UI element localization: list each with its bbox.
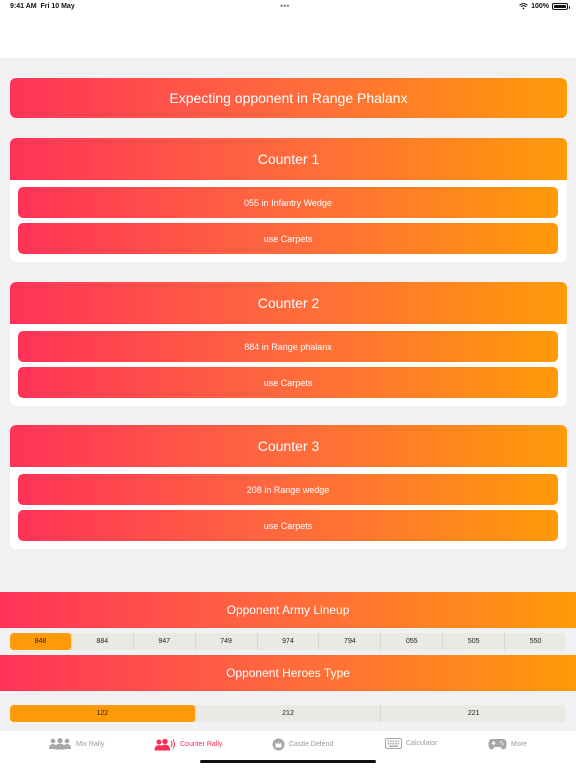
counter-title: Counter 2 xyxy=(10,282,567,324)
tab-more[interactable]: More xyxy=(488,738,527,750)
battery-percent: 100% xyxy=(531,3,549,10)
wifi-icon xyxy=(519,3,528,10)
tab-counter-rally[interactable]: Counter Rally xyxy=(154,738,222,751)
lineup-segment-055[interactable]: 055 xyxy=(380,633,442,650)
multitasking-dots-icon[interactable]: ••• xyxy=(280,1,289,11)
counter-card-3: Counter 3 208 in Range wedge use Carpets xyxy=(10,425,567,549)
battery-icon xyxy=(552,3,570,10)
group-icon xyxy=(49,738,71,750)
status-time: 9:41 AM Fri 10 May xyxy=(10,3,75,10)
counter-option[interactable]: 884 in Range phalanx xyxy=(18,331,558,362)
home-indicator[interactable] xyxy=(200,760,376,763)
army-lineup-title: Opponent Army Lineup xyxy=(0,592,576,628)
heroes-type-segmented-control: 122 212 221 xyxy=(10,705,566,722)
lineup-segment-974[interactable]: 974 xyxy=(256,633,319,650)
counter-card-2: Counter 2 884 in Range phalanx use Carpe… xyxy=(10,282,567,406)
heroes-segment-221[interactable]: 221 xyxy=(380,705,566,722)
heroes-segment-122[interactable]: 122 xyxy=(10,705,195,722)
status-bar: 9:41 AM Fri 10 May ••• 100% xyxy=(0,0,576,58)
counter-option[interactable]: use Carpets xyxy=(18,510,558,541)
tab-label: Calculator xyxy=(406,740,438,747)
counter-title: Counter 3 xyxy=(10,425,567,467)
lineup-segment-550[interactable]: 550 xyxy=(504,633,566,650)
lineup-segment-947[interactable]: 947 xyxy=(132,633,195,650)
lineup-segment-749[interactable]: 749 xyxy=(194,633,257,650)
tab-mix-rally[interactable]: Mix Rally xyxy=(48,738,104,750)
expecting-banner: Expecting opponent in Range Phalanx xyxy=(10,78,567,118)
status-right: 100% xyxy=(519,3,570,10)
tab-label: Mix Rally xyxy=(76,740,105,748)
counter-title: Counter 1 xyxy=(10,138,567,180)
gamepad-icon xyxy=(488,739,507,750)
tab-calculator[interactable]: Calculator xyxy=(385,738,438,749)
heroes-type-title: Opponent Heroes Type xyxy=(0,655,576,691)
tab-castle-defend[interactable]: Castle Defend xyxy=(272,738,333,751)
tab-label: Counter Rally xyxy=(180,741,223,748)
group-broadcast-icon xyxy=(154,738,175,751)
lineup-segment-505[interactable]: 505 xyxy=(442,633,504,650)
army-lineup-segmented-control: 848 884 947 749 974 794 055 505 550 xyxy=(10,633,566,650)
counter-option[interactable]: use Carpets xyxy=(18,367,558,398)
counter-option[interactable]: use Carpets xyxy=(18,223,558,254)
lineup-segment-794[interactable]: 794 xyxy=(318,633,380,650)
keyboard-icon xyxy=(385,738,402,749)
tab-label: More xyxy=(511,740,527,748)
counter-option[interactable]: 208 in Range wedge xyxy=(18,474,558,505)
castle-badge-icon xyxy=(272,738,285,751)
tab-label: Castle Defend xyxy=(289,741,334,748)
lineup-segment-848[interactable]: 848 xyxy=(10,633,71,650)
counter-option[interactable]: 055 in Infantry Wedge xyxy=(18,187,558,218)
lineup-segment-884[interactable]: 884 xyxy=(70,633,133,650)
counter-card-1: Counter 1 055 in Infantry Wedge use Carp… xyxy=(10,138,567,262)
heroes-segment-212[interactable]: 212 xyxy=(194,705,381,722)
